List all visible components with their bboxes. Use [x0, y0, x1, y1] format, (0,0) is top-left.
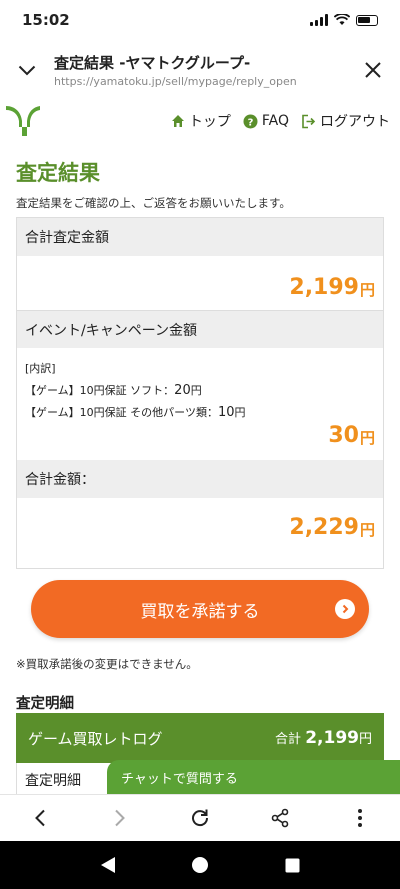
- chevron-left-icon: [35, 809, 45, 827]
- store-total-unit: 円: [358, 732, 372, 747]
- event-total-amount: 30 円: [17, 423, 383, 456]
- assessment-total-amount: 2,199 円: [17, 256, 383, 310]
- event-amount-value: 30: [328, 423, 359, 448]
- wifi-icon: [334, 14, 350, 25]
- svg-text:?: ?: [247, 117, 253, 128]
- breakdown-heading: [内訳]: [25, 362, 56, 375]
- assessment-amount-value: 2,199: [289, 275, 359, 300]
- collapse-tab-button[interactable]: [0, 65, 54, 76]
- grand-total-amount: 2,229 円: [17, 498, 383, 548]
- yen-unit: 円: [359, 281, 375, 299]
- signal-icon: [310, 14, 328, 26]
- nav-faq-label: FAQ: [261, 113, 289, 129]
- details-section-title: 査定明細: [16, 696, 74, 712]
- store-name: ゲーム買取レトログ: [28, 729, 163, 748]
- reload-button[interactable]: [180, 798, 220, 838]
- event-amount-label: イベント/キャンペーン金額: [17, 310, 383, 348]
- share-button[interactable]: [260, 798, 300, 838]
- question-circle-icon: ?: [243, 114, 258, 128]
- breakdown-item-text: 【ゲーム】10円保証 その他パーツ類：: [25, 406, 218, 419]
- change-warning-note: ※買取承諾後の変更はできません。: [16, 657, 198, 671]
- breakdown-item: 【ゲーム】10円保証 その他パーツ類：10円: [25, 402, 375, 424]
- more-menu-button[interactable]: [340, 798, 380, 838]
- close-tab-button[interactable]: [346, 62, 400, 78]
- browser-title-area: 査定結果 -ヤマトクグループ- https://yamatoku.jp/sell…: [54, 52, 346, 88]
- browser-bar: 査定結果 -ヤマトクグループ- https://yamatoku.jp/sell…: [0, 40, 400, 100]
- chevron-right-icon: [115, 809, 125, 827]
- nav-faq-link[interactable]: ? FAQ: [243, 113, 289, 129]
- home-icon: [171, 115, 184, 127]
- breakdown-item-amount: 10: [217, 405, 235, 420]
- reload-icon: [192, 809, 209, 827]
- nav-back-icon[interactable]: [100, 856, 116, 874]
- grand-total-value: 2,229: [289, 515, 359, 540]
- event-breakdown: [内訳] 【ゲーム】10円保証 ソフト：20円 【ゲーム】10円保証 その他パー…: [17, 348, 383, 424]
- yen-unit: 円: [359, 429, 375, 447]
- arrow-right-circle-icon: [335, 599, 355, 619]
- nav-recents-icon[interactable]: [285, 858, 300, 873]
- store-summary-bar[interactable]: ゲーム買取レトログ 合計 2,199円: [16, 713, 384, 763]
- result-summary: 合計査定金額 2,199 円 イベント/キャンペーン金額 [内訳] 【ゲーム】10…: [16, 217, 384, 569]
- accept-purchase-button[interactable]: 買取を承諾する: [31, 580, 369, 638]
- store-total-amount: 2,199: [305, 728, 359, 748]
- browser-title: 査定結果 -ヤマトクグループ-: [54, 54, 251, 72]
- battery-icon: [356, 14, 378, 26]
- page-title: 査定結果: [16, 161, 100, 185]
- breakdown-item: 【ゲーム】10円保証 ソフト：20円: [25, 380, 375, 402]
- chevron-down-icon: [18, 65, 36, 75]
- nav-logout-link[interactable]: ログアウト: [301, 111, 390, 131]
- android-nav-bar: [0, 841, 400, 889]
- breakdown-item-unit: 円: [234, 406, 246, 419]
- site-nav: トップ ? FAQ ログアウト: [171, 111, 390, 131]
- yamatoku-logo-icon: [6, 106, 40, 136]
- grand-total-label: 合計金額：: [17, 460, 383, 498]
- status-time: 15:02: [22, 11, 70, 29]
- status-bar: 15:02: [0, 0, 400, 40]
- site-header: トップ ? FAQ ログアウト: [0, 100, 400, 148]
- breakdown-item-text: 【ゲーム】10円保証 ソフト：: [25, 384, 175, 397]
- nav-top-link[interactable]: トップ: [171, 111, 231, 131]
- forward-button[interactable]: [100, 798, 140, 838]
- logout-icon: [302, 114, 316, 128]
- browser-url: https://yamatoku.jp/sell/mypage/reply_op…: [54, 75, 297, 88]
- status-icons: [310, 14, 378, 26]
- share-icon: [271, 808, 289, 828]
- store-total: 合計 2,199円: [275, 728, 372, 748]
- yen-unit: 円: [359, 521, 375, 539]
- chat-question-button[interactable]: チャットで質問する: [107, 760, 400, 794]
- store-total-prefix: 合計: [275, 732, 302, 747]
- nav-home-icon[interactable]: [191, 856, 209, 874]
- more-vertical-icon: [358, 809, 362, 827]
- breakdown-item-amount: 20: [174, 383, 191, 398]
- nav-top-label: トップ: [188, 114, 231, 130]
- browser-toolbar: [0, 794, 400, 841]
- accept-purchase-label: 買取を承諾する: [140, 601, 260, 622]
- site-logo[interactable]: [6, 104, 40, 142]
- back-button[interactable]: [20, 798, 60, 838]
- breakdown-item-unit: 円: [190, 384, 202, 397]
- close-icon: [365, 62, 381, 78]
- assessment-total-label: 合計査定金額: [17, 218, 383, 256]
- nav-logout-label: ログアウト: [320, 114, 390, 130]
- intro-text: 査定結果をご確認の上、ご返答をお願いいたします。: [16, 196, 291, 210]
